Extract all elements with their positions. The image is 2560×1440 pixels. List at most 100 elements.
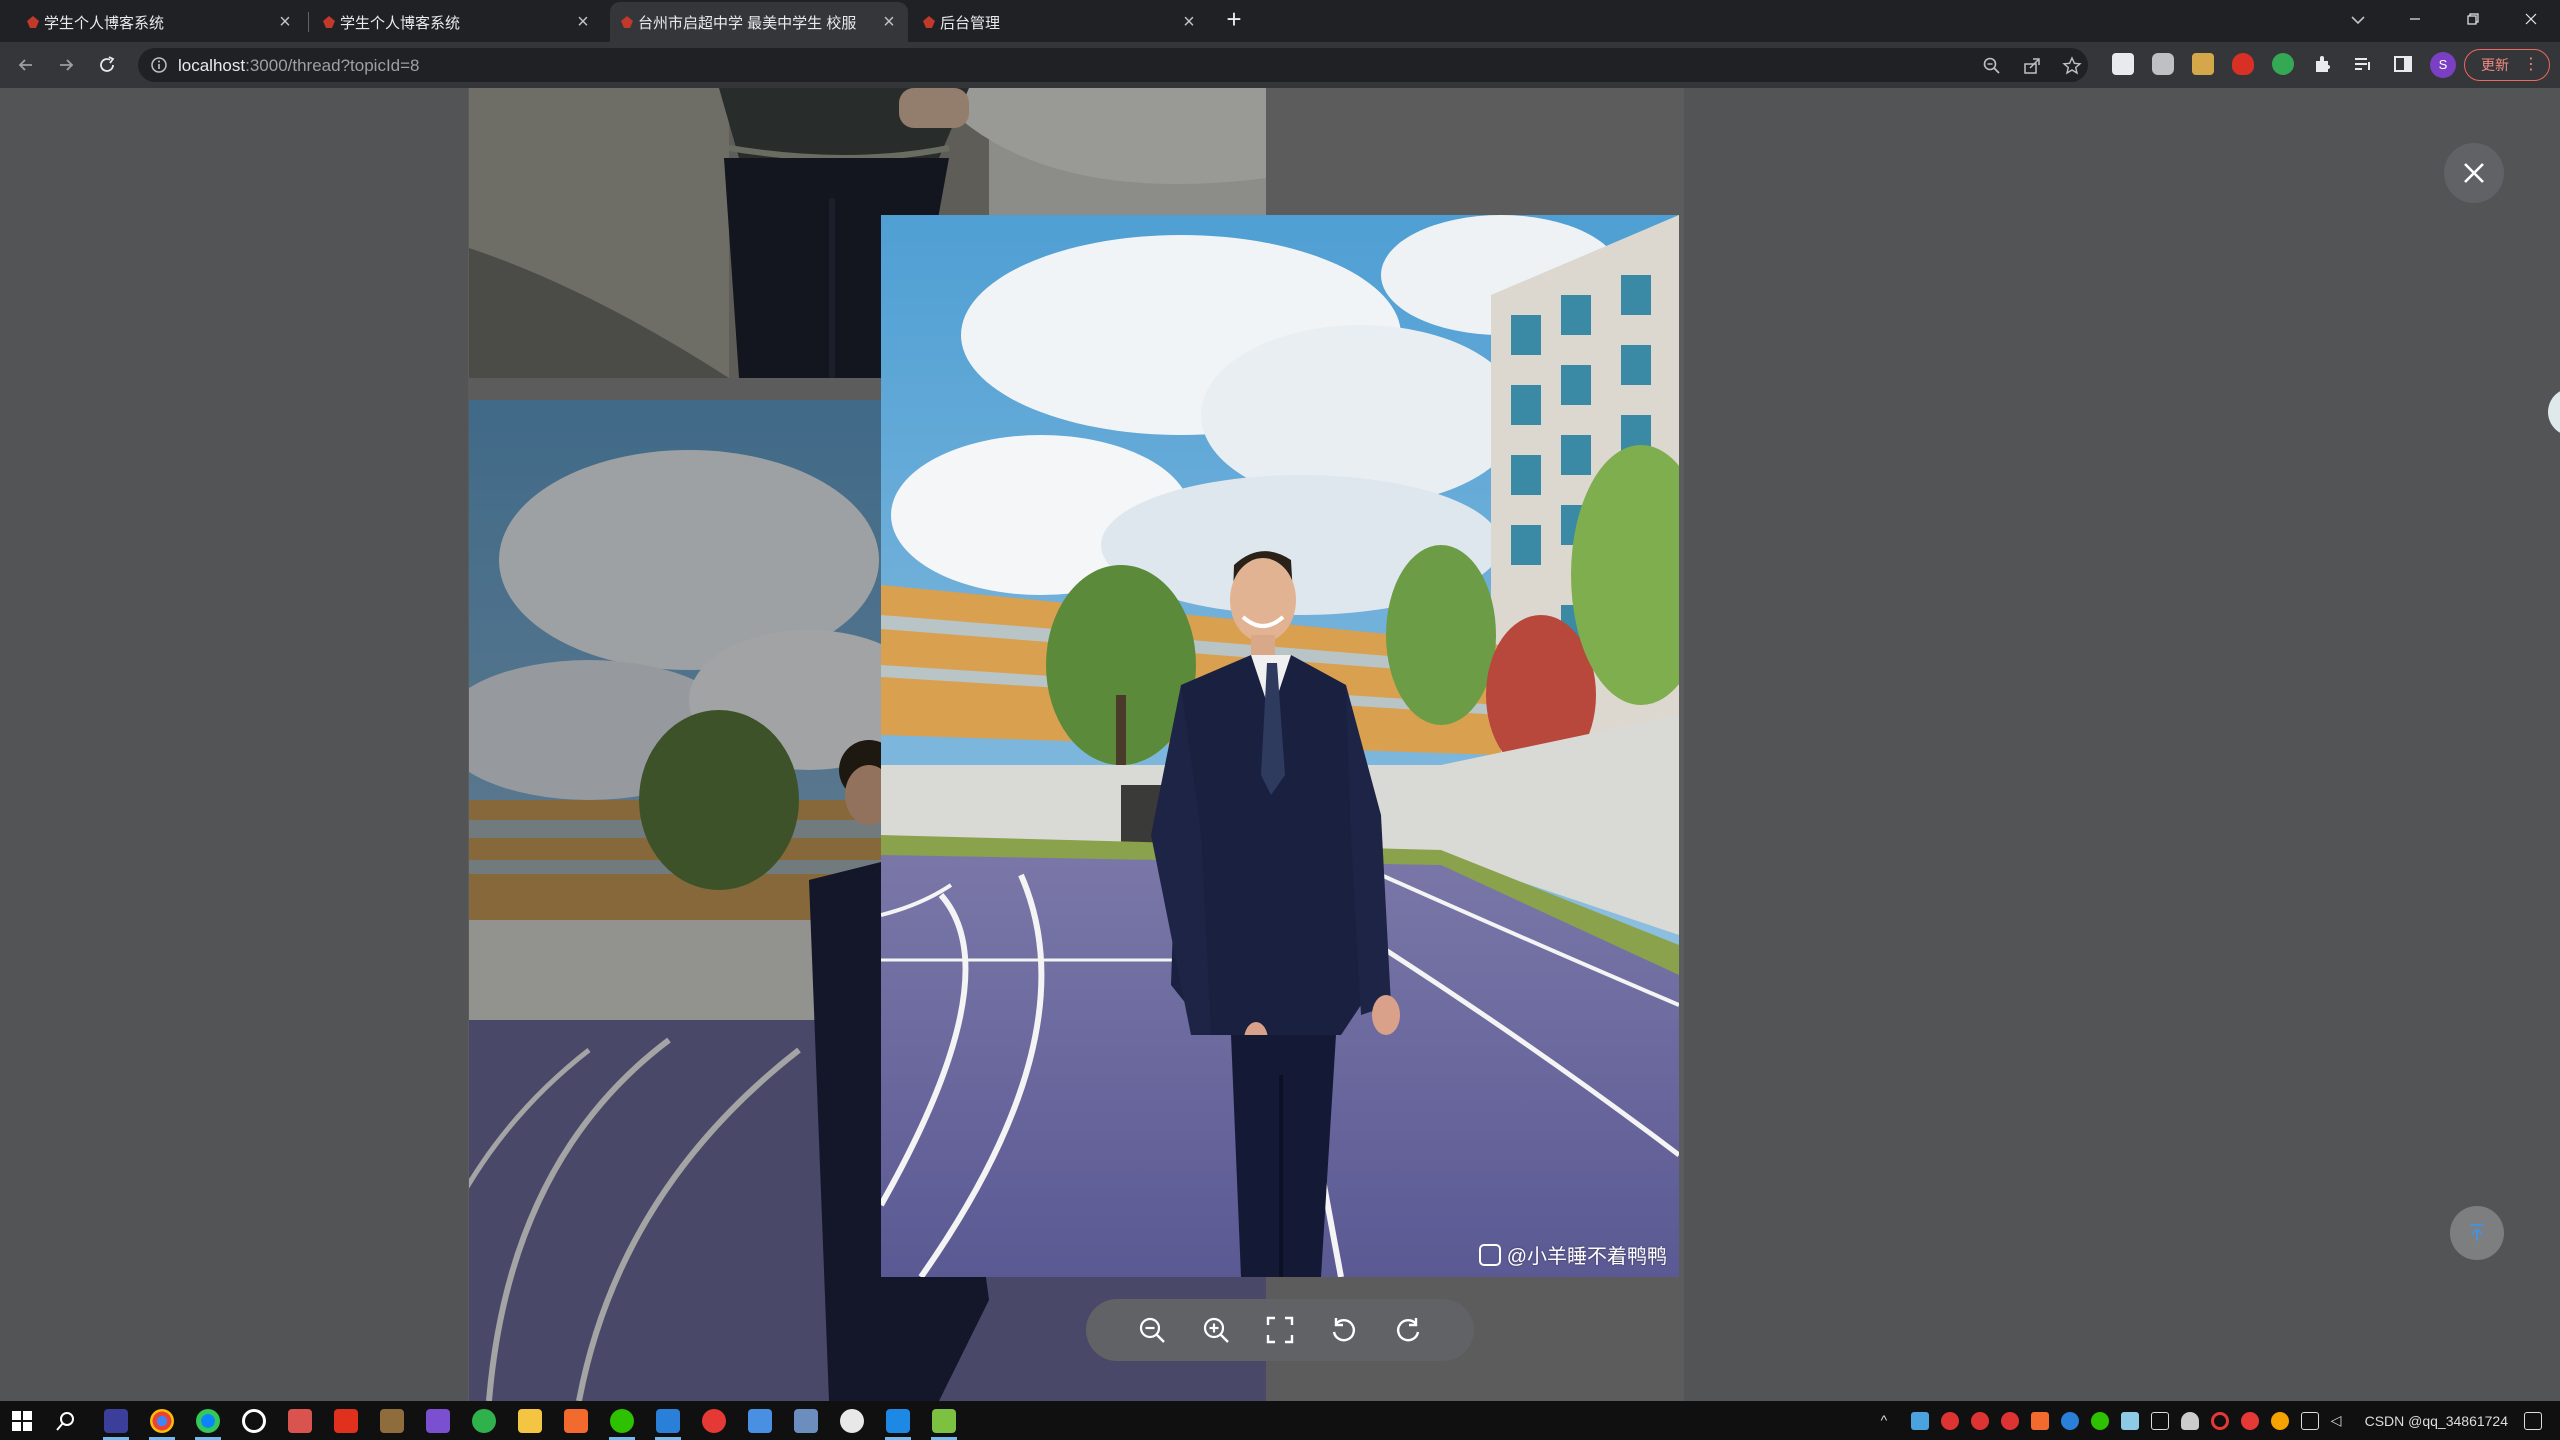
side-panel-icon[interactable]: [2392, 53, 2414, 75]
tab-close-icon[interactable]: ×: [880, 12, 898, 32]
more-menu-icon[interactable]: ⋮: [2523, 56, 2539, 74]
url-text: localhost:3000/thread?topicId=8: [178, 56, 420, 76]
chrome-app-icon[interactable]: [150, 1409, 174, 1433]
wechat-app-icon[interactable]: [610, 1409, 634, 1433]
extension-shield-icon[interactable]: [2232, 53, 2254, 75]
tray-netease-icon[interactable]: [2240, 1411, 2259, 1430]
window-controls: [2386, 0, 2560, 38]
tray-qq-icon[interactable]: [1970, 1411, 1989, 1430]
office-app-icon[interactable]: [334, 1409, 358, 1433]
browser-tab-1[interactable]: 学生个人博客系统 ×: [16, 2, 304, 42]
file-explorer-icon[interactable]: [518, 1409, 542, 1433]
extension-chat-icon[interactable]: [2112, 53, 2134, 75]
game-app-icon[interactable]: [380, 1409, 404, 1433]
close-window-icon[interactable]: [2502, 0, 2560, 38]
tray-qq-icon[interactable]: [1940, 1411, 1959, 1430]
browser-tab-2[interactable]: 学生个人博客系统 ×: [312, 2, 602, 42]
restore-icon[interactable]: [2444, 0, 2502, 38]
profile-avatar[interactable]: S: [2430, 52, 2456, 78]
site-favicon-icon: [26, 15, 40, 29]
viewer-close-button[interactable]: [2444, 143, 2504, 203]
tray-media-icon[interactable]: [2030, 1411, 2049, 1430]
extensions-puzzle-icon[interactable]: [2312, 53, 2334, 75]
browser-app-icon[interactable]: [748, 1409, 772, 1433]
tab-divider: [308, 12, 309, 32]
arrow-up-icon: [2470, 1224, 2484, 1241]
image-watermark: @小羊睡不着鸭鸭: [1478, 1240, 1667, 1269]
site-favicon-icon: [322, 15, 336, 29]
recorder-app-icon[interactable]: [242, 1409, 266, 1433]
tab-close-icon[interactable]: ×: [1180, 12, 1198, 32]
browser-tab-3[interactable]: 台州市启超中学 最美中学生 校服 ×: [610, 2, 908, 42]
fit-screen-icon[interactable]: [1262, 1312, 1298, 1348]
close-icon: [2464, 163, 2484, 183]
tab-title: 学生个人博客系统: [44, 14, 165, 32]
media-queue-icon[interactable]: [2352, 53, 2374, 75]
remote-app-icon[interactable]: [886, 1409, 910, 1433]
tray-wechat-icon[interactable]: [2090, 1411, 2109, 1430]
watermark-logo-icon: [1478, 1243, 1501, 1266]
sync-app-icon[interactable]: [472, 1409, 496, 1433]
tray-sync-icon[interactable]: [2060, 1411, 2079, 1430]
tab-title: 台州市启超中学 最美中学生 校服: [638, 14, 857, 32]
viewer-toolbar: [1086, 1299, 1474, 1361]
tray-volume-icon[interactable]: ◁: [2331, 1412, 2349, 1430]
vscode-app-icon[interactable]: [656, 1409, 680, 1433]
tab-close-icon[interactable]: ×: [276, 12, 294, 32]
back-arrow-icon[interactable]: [12, 51, 40, 79]
forward-arrow-icon[interactable]: [52, 51, 80, 79]
viewer-image[interactable]: @小羊睡不着鸭鸭: [881, 215, 1679, 1277]
new-tab-button[interactable]: +: [1222, 6, 1246, 32]
bookmark-star-icon[interactable]: [2062, 56, 2082, 76]
tab-title: 后台管理: [940, 14, 1001, 32]
tray-usb-icon[interactable]: [2150, 1411, 2169, 1430]
tray-qq-icon[interactable]: [2000, 1411, 2019, 1430]
url-path: :3000/thread?topicId=8: [245, 56, 420, 75]
reload-icon[interactable]: [93, 51, 121, 79]
extension-image-icon[interactable]: [2192, 53, 2214, 75]
tray-watermark-text: CSDN @qq_34861724: [2364, 1412, 2508, 1429]
windows-start-icon[interactable]: [10, 1409, 34, 1433]
system-tray: ^ ◁ CSDN @qq_34861724: [1875, 1401, 2548, 1440]
zoom-icon[interactable]: [1982, 56, 2002, 76]
tray-chevron-icon[interactable]: ^: [1881, 1412, 1899, 1430]
editor-app-icon[interactable]: [426, 1409, 450, 1433]
rotate-right-icon[interactable]: [1390, 1312, 1426, 1348]
chat-app-icon[interactable]: [840, 1409, 864, 1433]
extension-leaf-icon[interactable]: [2272, 53, 2294, 75]
browser-tab-4[interactable]: 后台管理 ×: [912, 2, 1208, 42]
zoom-out-icon[interactable]: [1134, 1312, 1170, 1348]
site-info-icon[interactable]: [150, 56, 168, 74]
edge-app-icon[interactable]: [196, 1409, 220, 1433]
tray-app-icon[interactable]: [1910, 1411, 1929, 1430]
extension-camera-icon[interactable]: [2152, 53, 2174, 75]
notification-center-icon[interactable]: [2524, 1411, 2542, 1430]
tray-cloud-icon[interactable]: [2120, 1411, 2139, 1430]
minimize-icon[interactable]: [2386, 0, 2444, 38]
search-icon[interactable]: [54, 1409, 78, 1433]
tab-title: 学生个人博客系统: [340, 14, 461, 32]
tray-mic-icon[interactable]: [2180, 1411, 2199, 1430]
update-label: 更新: [2481, 57, 2509, 73]
tray-search-icon[interactable]: [2270, 1411, 2289, 1430]
tab-strip: 学生个人博客系统 × 学生个人博客系统 × 台州市启超中学 最美中学生 校服 ×…: [0, 0, 2560, 42]
notepad-app-icon[interactable]: [932, 1409, 956, 1433]
paint-app-icon[interactable]: [288, 1409, 312, 1433]
page-content: @小羊睡不着鸭鸭: [0, 88, 2560, 1401]
address-bar[interactable]: localhost:3000/thread?topicId=8: [138, 48, 2088, 82]
media-app-icon[interactable]: [564, 1409, 588, 1433]
zoom-in-icon[interactable]: [1198, 1312, 1234, 1348]
url-host: localhost: [178, 56, 246, 75]
tab-search-chevron-icon[interactable]: [2346, 8, 2370, 32]
rotate-left-icon[interactable]: [1326, 1312, 1362, 1348]
mail-app-icon[interactable]: [794, 1409, 818, 1433]
tray-network-icon[interactable]: [2300, 1411, 2319, 1430]
back-to-top-button[interactable]: [2450, 1206, 2504, 1260]
windows-taskbar: ^ ◁ CSDN @qq_34861724: [0, 1401, 2560, 1440]
share-icon[interactable]: [2022, 56, 2042, 76]
tray-record-icon[interactable]: [2210, 1411, 2229, 1430]
ide-app-icon[interactable]: [104, 1409, 128, 1433]
netease-app-icon[interactable]: [702, 1409, 726, 1433]
tab-close-icon[interactable]: ×: [574, 12, 592, 32]
update-button[interactable]: 更新 ⋮: [2464, 49, 2550, 81]
